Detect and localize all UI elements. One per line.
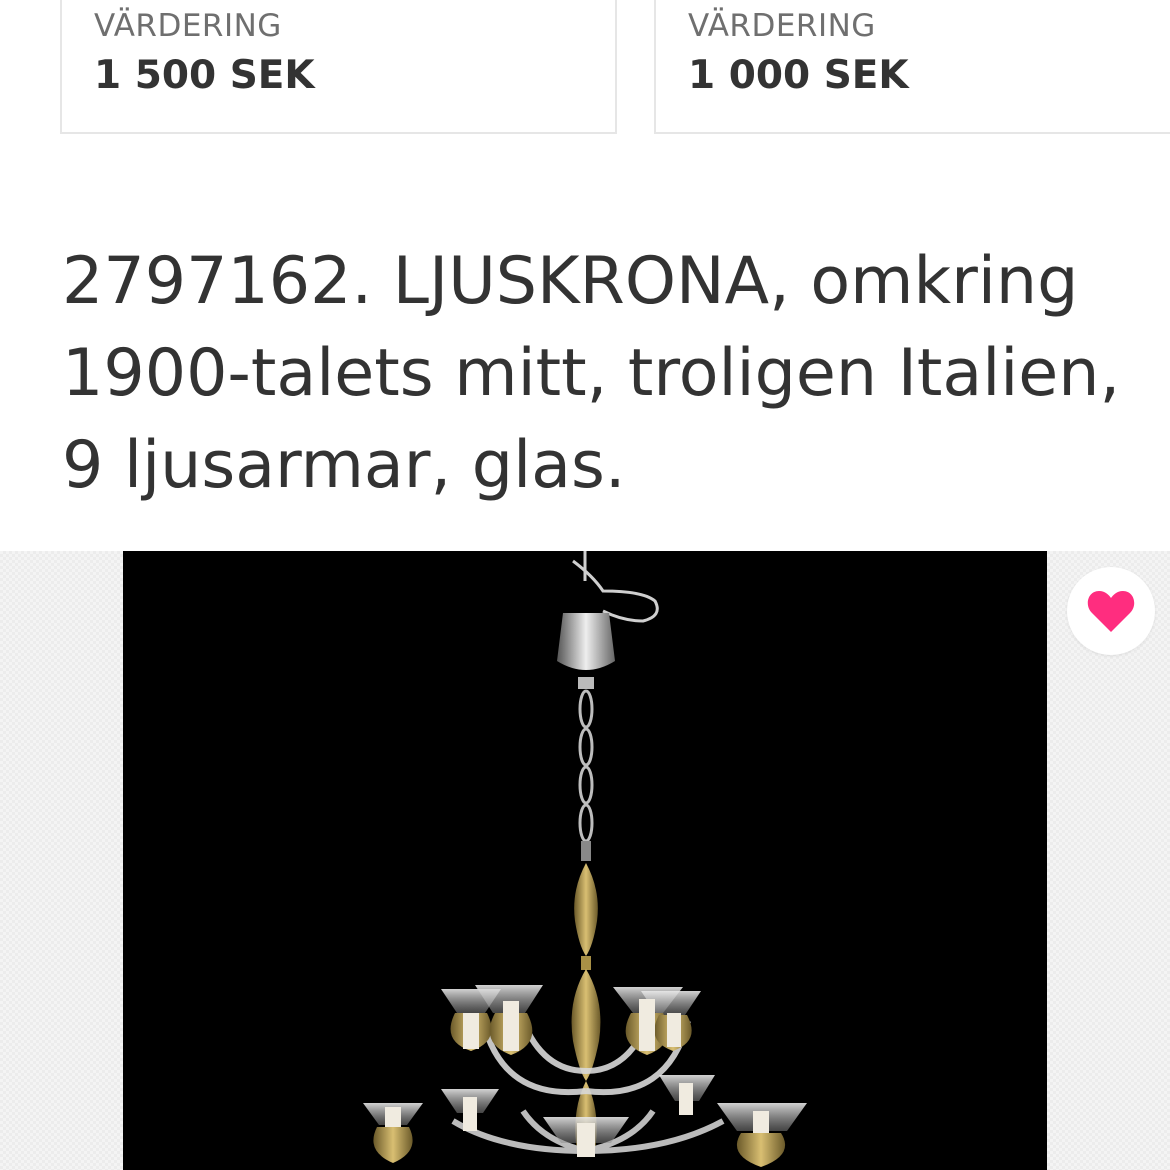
- valuation-value: 1 500 SEK: [94, 53, 315, 98]
- valuation-value: 1 000 SEK: [688, 53, 909, 98]
- valuation-card-2: VÄRDERING 1 000 SEK: [654, 0, 1170, 134]
- heart-icon: [1087, 591, 1135, 632]
- image-gallery[interactable]: [0, 551, 1170, 1170]
- valuation-card-1: VÄRDERING 1 500 SEK: [60, 0, 617, 134]
- lot-title: 2797162. LJUSKRONA, omkring 1900-talets …: [62, 244, 1121, 503]
- favorite-button[interactable]: [1067, 567, 1155, 655]
- valuation-label: VÄRDERING: [94, 8, 282, 44]
- chandelier-photo[interactable]: [123, 551, 1047, 1170]
- chandelier-illustration: [363, 551, 807, 1167]
- valuation-label: VÄRDERING: [688, 8, 876, 44]
